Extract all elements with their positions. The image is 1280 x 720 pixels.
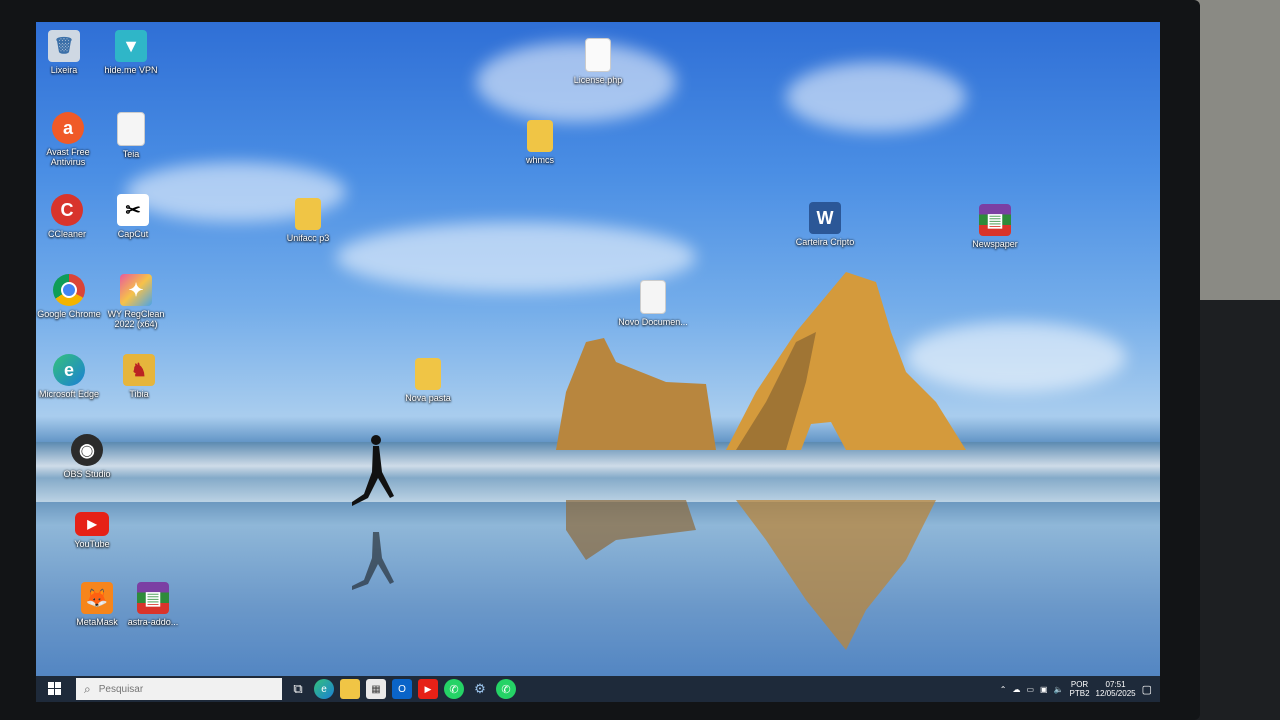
desktop-icon-label: hide.me VPN [104, 65, 158, 75]
desktop-icon-novo-documento[interactable]: Novo Documen... [618, 280, 688, 327]
desktop-icon-nova-pasta[interactable]: Nova pasta [393, 358, 463, 403]
obs-icon: ◉ [71, 434, 103, 466]
text-file-icon [117, 112, 145, 146]
language-indicator[interactable]: POR PTB2 [1070, 680, 1090, 698]
desktop-icon-label: Carteira Cripto [795, 237, 855, 247]
recycle-bin-icon: 🗑 [48, 30, 80, 62]
desktop-icon-hideme-vpn[interactable]: ▼ hide.me VPN [96, 30, 166, 75]
desktop-icon-youtube[interactable]: ▶ YouTube [57, 512, 127, 549]
youtube-taskbar-icon[interactable]: ▶ [418, 679, 438, 699]
ccleaner-icon: C [51, 194, 83, 226]
desktop-icon-teia[interactable]: Teia [96, 112, 166, 159]
avast-icon: a [52, 112, 84, 144]
chevron-up-icon[interactable]: ⌃ [1000, 685, 1007, 694]
regclean-icon: ✦ [120, 274, 152, 306]
outlook-icon[interactable]: O [392, 679, 412, 699]
metamask-icon: 🦊 [81, 582, 113, 614]
search-input[interactable] [96, 682, 271, 696]
desktop-icon-avast[interactable]: a Avast Free Antivirus [36, 112, 103, 167]
desktop-icon-edge[interactable]: e Microsoft Edge [36, 354, 104, 399]
battery-icon[interactable]: ▭ [1026, 685, 1034, 694]
vpn-icon: ▼ [115, 30, 147, 62]
desktop-icon-label: WY RegClean 2022 (x64) [107, 309, 165, 329]
runner-silhouette [352, 435, 394, 590]
desktop-icon-label: OBS Studio [63, 469, 111, 479]
desktop-icon-ccleaner[interactable]: C CCleaner [36, 194, 102, 239]
desktop-icon-label: Avast Free Antivirus [46, 147, 90, 167]
windows-logo-icon [48, 682, 61, 695]
start-button[interactable] [40, 676, 70, 702]
whatsapp-icon[interactable]: ✆ [444, 679, 464, 699]
desktop-icon-astra-addon[interactable]: ▤ astra-addo... [118, 582, 188, 627]
desktop-icon-label: whmcs [525, 155, 554, 165]
desktop-icon-chrome[interactable]: Google Chrome [36, 274, 104, 319]
edge-icon: e [53, 354, 85, 386]
folder-icon [295, 198, 321, 230]
winrar-icon: ▤ [979, 204, 1011, 236]
desktop-icon-label: Lixeira [50, 65, 78, 75]
file-icon [585, 38, 611, 72]
taskbar-search-box[interactable]: ⌕ [76, 678, 282, 700]
network-icon[interactable]: ▣ [1040, 685, 1048, 694]
search-icon: ⌕ [84, 681, 91, 696]
tibia-icon: ♞ [123, 354, 155, 386]
desktop-icon-label: Tibia [129, 389, 149, 399]
desktop-icon-capcut[interactable]: ✂ CapCut [98, 194, 168, 239]
winrar-icon: ▤ [137, 582, 169, 614]
desktop-icon-regclean[interactable]: ✦ WY RegClean 2022 (x64) [101, 274, 171, 329]
folder-icon [527, 120, 553, 152]
cloud-icon[interactable]: ☁ [1012, 685, 1020, 694]
taskbar: ⌕ ⧉ e ▦ O ▶ ✆ ⚙ ✆ ⌃ ☁ ▭ ▣ 🔈 POR PTB2 07:… [36, 676, 1160, 702]
desktop-icon-label: CCleaner [47, 229, 87, 239]
desktop-icon-label: Unifacc p3 [286, 233, 330, 243]
file-explorer-icon[interactable] [340, 679, 360, 699]
desktop-icon-label: License.php [573, 75, 623, 85]
chrome-icon [53, 274, 85, 306]
desktop-icon-label: YouTube [74, 539, 110, 549]
desktop-icon-license-php[interactable]: License.php [563, 38, 633, 85]
desktop-icon-label: Teia [122, 149, 140, 159]
desktop-screen: 🗑 Lixeira ▼ hide.me VPN a Avast Free Ant… [36, 22, 1160, 702]
desktop-icon-label: Nova pasta [405, 393, 451, 403]
desktop-icon-tibia[interactable]: ♞ Tibia [104, 354, 174, 399]
desktop-icon-whmcs[interactable]: whmcs [505, 120, 575, 165]
text-file-icon [640, 280, 666, 314]
desktop-icon-label: Novo Documen... [618, 317, 688, 327]
capcut-icon: ✂ [117, 194, 149, 226]
store-icon[interactable]: ▦ [366, 679, 386, 699]
desktop-icon-recycle-bin[interactable]: 🗑 Lixeira [36, 30, 99, 75]
desktop-icon-unifacc[interactable]: Unifacc p3 [273, 198, 343, 243]
desktop-icon-carteira-cripto[interactable]: W Carteira Cripto [790, 202, 860, 247]
task-view-icon[interactable]: ⧉ [288, 679, 308, 699]
wallpaper-reflection [566, 500, 936, 650]
volume-icon[interactable]: 🔈 [1054, 685, 1064, 694]
desktop-icon-label: Newspaper [972, 239, 1018, 249]
desktop-icon-label: astra-addo... [127, 617, 179, 627]
wallpaper-rocks [556, 272, 966, 450]
word-icon: W [809, 202, 841, 234]
notification-icon[interactable]: ▢ [1142, 683, 1152, 696]
edge-taskbar-icon[interactable]: e [314, 679, 334, 699]
network-app-icon[interactable]: ⚙ [470, 679, 490, 699]
system-tray: ⌃ ☁ ▭ ▣ 🔈 POR PTB2 07:51 12/05/2025 ▢ [1000, 676, 1152, 702]
desktop-icon-label: Google Chrome [37, 309, 101, 319]
clock[interactable]: 07:51 12/05/2025 [1096, 680, 1136, 698]
folder-icon [415, 358, 441, 390]
desktop-icon-newspaper[interactable]: ▤ Newspaper [960, 204, 1030, 249]
desktop-icon-label: Microsoft Edge [38, 389, 100, 399]
desktop-icon-label: CapCut [117, 229, 149, 239]
whatsapp-icon[interactable]: ✆ [496, 679, 516, 699]
desktop-icon-obs[interactable]: ◉ OBS Studio [52, 434, 122, 479]
wallpaper-cloud [786, 62, 966, 132]
youtube-icon: ▶ [75, 512, 109, 536]
